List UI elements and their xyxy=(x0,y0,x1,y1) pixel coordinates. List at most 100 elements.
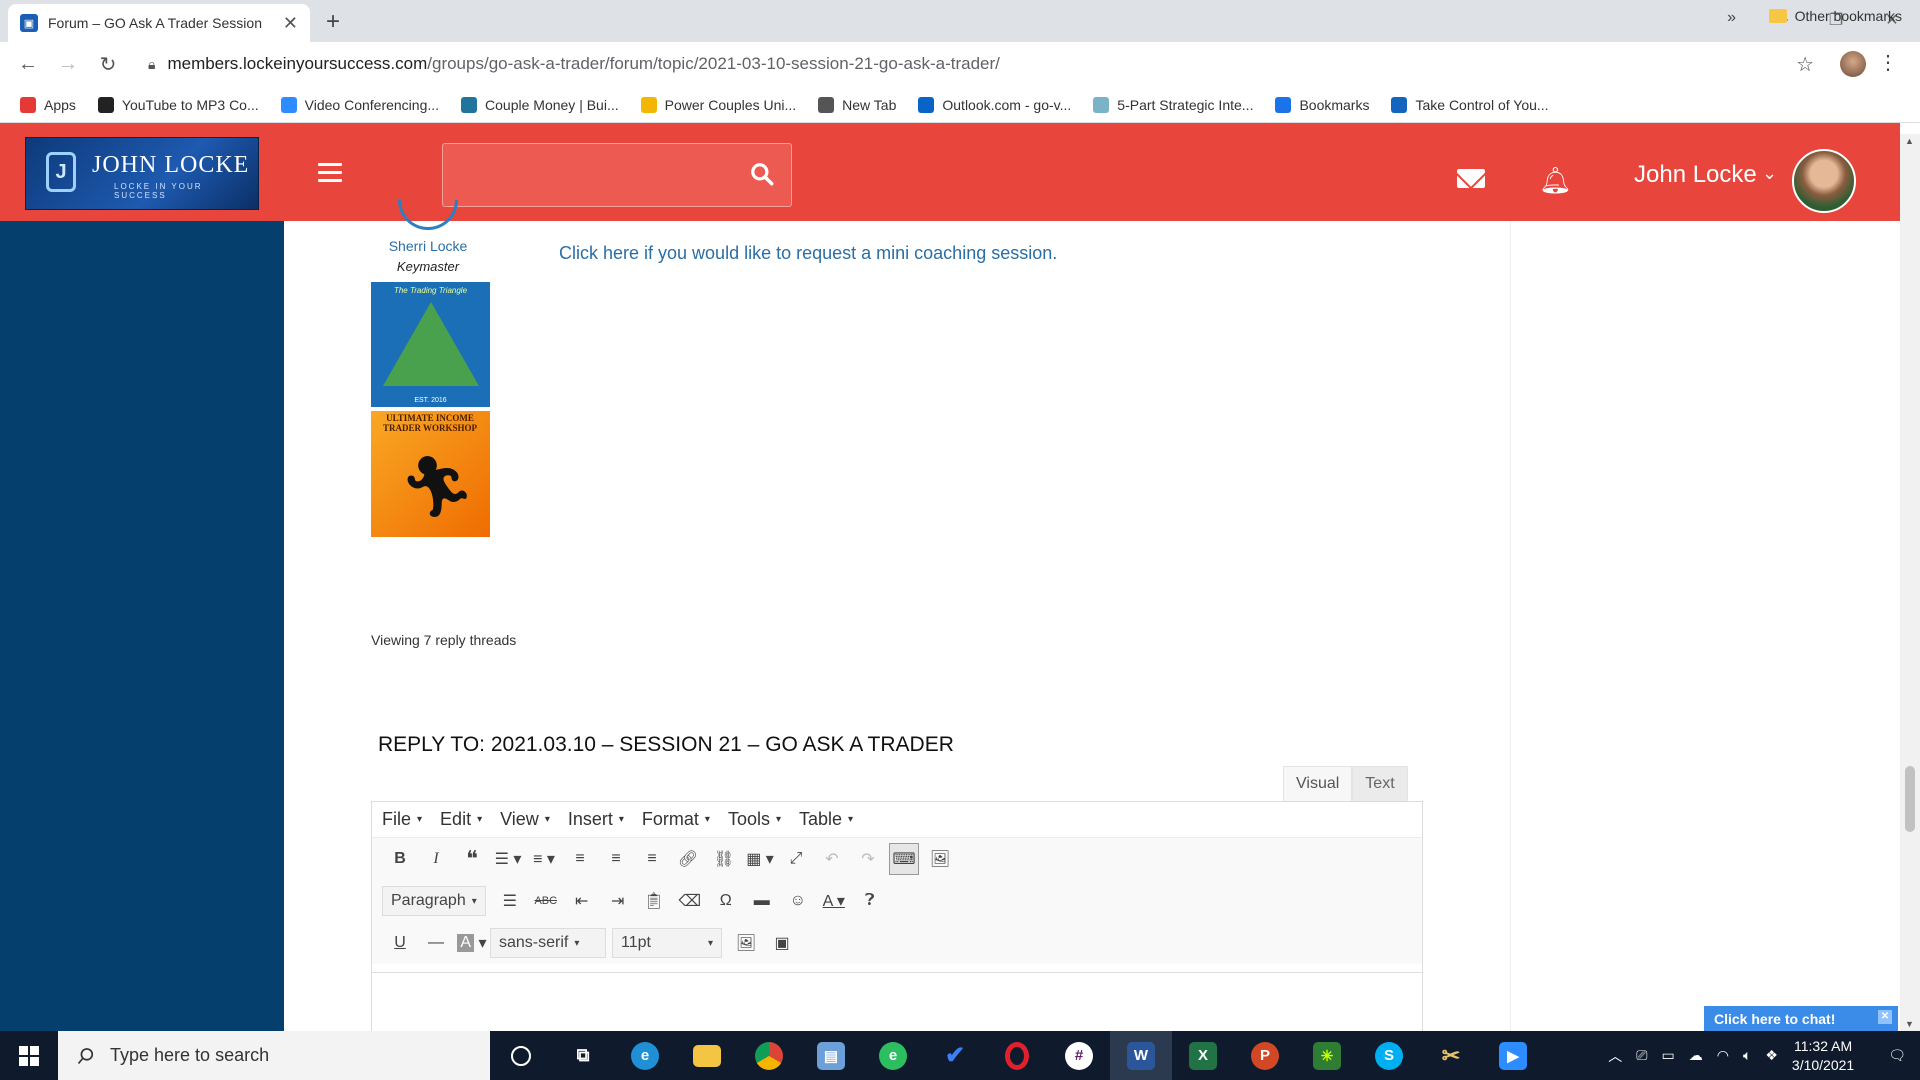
reader-icon[interactable]: ▤ xyxy=(800,1031,862,1080)
excel-icon[interactable]: X xyxy=(1172,1031,1234,1080)
italic-icon[interactable]: I xyxy=(418,843,454,875)
coaching-request-link[interactable]: Click here if you would like to request … xyxy=(559,243,1057,264)
close-tab-icon[interactable]: ✕ xyxy=(283,13,298,34)
eraser-icon[interactable]: ⌫ xyxy=(672,885,708,917)
onedrive-icon[interactable]: ☁ xyxy=(1689,1047,1703,1064)
read-more-icon[interactable]: ▬ xyxy=(744,885,780,917)
redo-icon[interactable]: ↷ xyxy=(850,843,886,875)
page-scrollbar[interactable]: ▲ ▼ xyxy=(1900,134,1920,1031)
bell-icon[interactable]: 🔔︎ xyxy=(1539,165,1572,196)
forward-arrow-icon[interactable]: → xyxy=(48,53,88,76)
undo-icon[interactable]: ↶ xyxy=(814,843,850,875)
justify-icon[interactable]: ☰ xyxy=(492,885,528,917)
task-view-icon[interactable]: ⧉ xyxy=(552,1031,614,1080)
taskbar-search-input[interactable]: Type here to search xyxy=(58,1031,490,1080)
bookmarks-overflow-button[interactable]: » xyxy=(1727,9,1736,27)
browser-menu-icon[interactable]: ⋮ xyxy=(1878,50,1898,75)
indent-icon[interactable]: ⇥ xyxy=(600,885,636,917)
bold-icon[interactable]: B xyxy=(382,843,418,875)
clock[interactable]: 11:32 AM 3/10/2021 xyxy=(1792,1037,1854,1075)
editor-menu-file[interactable]: File ▾ xyxy=(382,809,422,830)
evernote-icon[interactable]: e xyxy=(862,1031,924,1080)
bookmark-item[interactable]: Power Couples Uni... xyxy=(640,96,796,113)
chrome-icon[interactable] xyxy=(738,1031,800,1080)
background-color-icon[interactable]: A ▾ xyxy=(454,927,490,959)
skype-icon[interactable]: S xyxy=(1358,1031,1420,1080)
profile-avatar[interactable] xyxy=(1840,51,1866,77)
chat-close-icon[interactable]: ✕ xyxy=(1878,1010,1892,1024)
cortana-icon[interactable] xyxy=(490,1031,552,1080)
opera-icon[interactable] xyxy=(986,1031,1048,1080)
new-tab-button[interactable]: + xyxy=(326,8,340,36)
numbered-list-icon[interactable]: ≡ ▾ xyxy=(526,843,562,875)
tool-icon[interactable]: ✂ xyxy=(1420,1031,1482,1080)
author-name[interactable]: Sherri Locke xyxy=(386,238,470,254)
author-avatar[interactable] xyxy=(398,200,458,230)
zoom-icon[interactable]: ▶ xyxy=(1482,1031,1544,1080)
bookmark-item[interactable]: 5-Part Strategic Inte... xyxy=(1093,96,1253,113)
reload-icon[interactable]: ↻ xyxy=(88,52,128,77)
insert-media-icon[interactable]: ▣ xyxy=(764,927,800,959)
address-bar[interactable]: 🔒︎ members.lockeinyoursuccess.com/groups… xyxy=(142,48,1820,80)
wifi-icon[interactable]: ◠ xyxy=(1717,1047,1729,1064)
bullet-list-icon[interactable]: ☰ ▾ xyxy=(490,843,526,875)
editor-menu-insert[interactable]: Insert ▾ xyxy=(568,809,624,830)
meet-now-icon[interactable]: ⎚ xyxy=(1636,1047,1647,1064)
editor-menu-format[interactable]: Format ▾ xyxy=(642,809,710,830)
align-center-icon[interactable]: ≡ xyxy=(598,843,634,875)
chevron-up-icon[interactable]: ︿ xyxy=(1608,1046,1622,1066)
font-family-select[interactable]: sans-serif ▾ xyxy=(490,928,606,958)
browser-tab[interactable]: ▣ Forum – GO Ask A Trader Session ✕ xyxy=(8,4,310,42)
site-search-input[interactable] xyxy=(442,143,792,207)
editor-menu-view[interactable]: View ▾ xyxy=(500,809,550,830)
start-button[interactable] xyxy=(0,1045,58,1066)
user-menu[interactable]: John Locke xyxy=(1634,161,1757,189)
bookmark-star-icon[interactable]: ☆ xyxy=(1796,52,1814,77)
bookmark-item[interactable]: New Tab xyxy=(818,96,896,113)
back-arrow-icon[interactable]: ← xyxy=(8,53,48,76)
dropbox-icon[interactable]: ❖ xyxy=(1765,1047,1778,1064)
slack-icon[interactable]: # xyxy=(1048,1031,1110,1080)
bookmark-item[interactable]: Take Control of You... xyxy=(1391,96,1549,113)
chat-button[interactable]: Click here to chat! ✕ xyxy=(1704,1006,1898,1032)
todo-icon[interactable]: ✔ xyxy=(924,1031,986,1080)
outdent-icon[interactable]: ⇤ xyxy=(564,885,600,917)
scroll-down-icon[interactable]: ▼ xyxy=(1905,1019,1914,1029)
bookmark-item[interactable]: Apps xyxy=(20,96,76,113)
editor-menu-tools[interactable]: Tools ▾ xyxy=(728,809,781,830)
emoji-icon[interactable]: ☺ xyxy=(780,885,816,917)
powerpoint-icon[interactable]: P xyxy=(1234,1031,1296,1080)
other-bookmarks[interactable]: Other bookmarks xyxy=(1768,8,1902,24)
notifications-icon[interactable]: 🗨︎ xyxy=(1888,1047,1906,1064)
align-left-icon[interactable]: ≡ xyxy=(562,843,598,875)
bookmark-item[interactable]: Bookmarks xyxy=(1275,96,1369,113)
paste-icon[interactable]: 📋︎ xyxy=(636,885,672,917)
tab-text[interactable]: Text xyxy=(1352,766,1408,801)
mail-icon[interactable] xyxy=(1457,169,1485,188)
font-size-select[interactable]: 11pt ▾ xyxy=(612,928,722,958)
align-right-icon[interactable]: ≡ xyxy=(634,843,670,875)
scroll-thumb[interactable] xyxy=(1905,766,1915,832)
text-color-icon[interactable]: A ▾ xyxy=(816,885,852,917)
bookmark-item[interactable]: YouTube to MP3 Co... xyxy=(97,96,259,113)
scroll-up-icon[interactable]: ▲ xyxy=(1905,136,1914,146)
help-icon[interactable]: ❓︎ xyxy=(852,885,888,917)
paragraph-format-select[interactable]: Paragraph ▾ xyxy=(382,886,486,916)
image-icon[interactable]: 🖼︎ xyxy=(922,843,958,875)
search-icon[interactable] xyxy=(749,161,775,187)
bookmark-item[interactable]: Outlook.com - go-v... xyxy=(918,96,1071,113)
unlink-icon[interactable]: ⛓ xyxy=(706,843,742,875)
table-icon[interactable]: ▦ ▾ xyxy=(742,843,778,875)
site-logo[interactable]: J JOHN LOCKE LOCKE IN YOUR SUCCESS xyxy=(25,137,259,210)
insert-image-icon[interactable]: 🖼︎ xyxy=(728,927,764,959)
strikethrough-icon[interactable]: ABC xyxy=(528,885,564,917)
editor-menu-table[interactable]: Table ▾ xyxy=(799,809,853,830)
editor-text-area[interactable] xyxy=(372,972,1422,1032)
toolbar-toggle-icon[interactable]: ⌨ xyxy=(889,843,919,875)
blockquote-icon[interactable]: ❝ xyxy=(454,843,490,875)
battery-icon[interactable]: ▭ xyxy=(1662,1047,1675,1064)
bookmark-item[interactable]: Video Conferencing... xyxy=(280,96,439,113)
link-icon[interactable]: 🔗︎ xyxy=(670,843,706,875)
edge-icon[interactable]: e xyxy=(614,1031,676,1080)
file-explorer-icon[interactable] xyxy=(676,1031,738,1080)
